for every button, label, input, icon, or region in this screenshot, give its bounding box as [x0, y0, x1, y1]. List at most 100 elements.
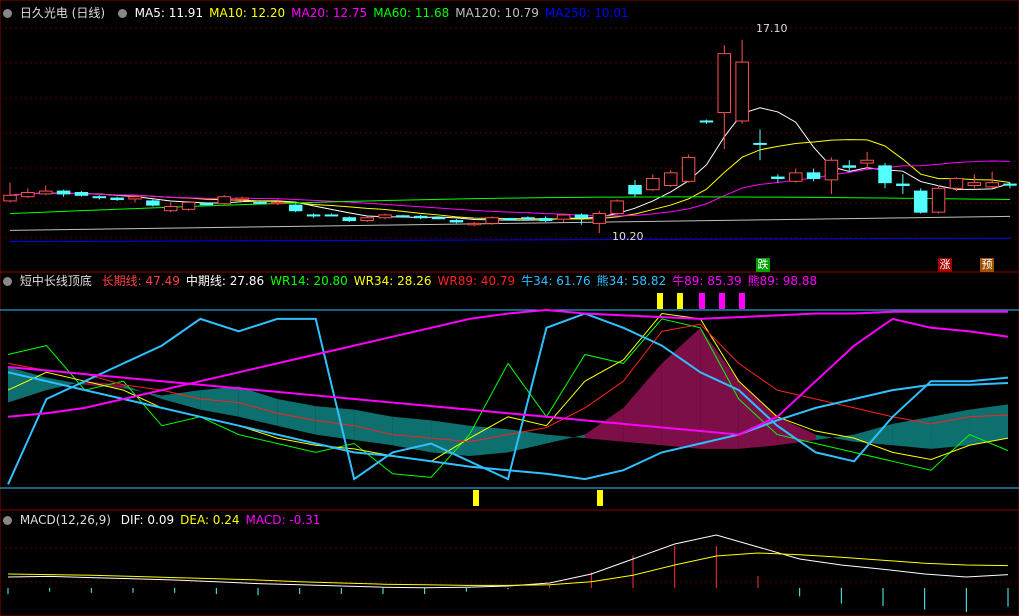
candle-body: [92, 196, 107, 199]
candle-body: [163, 206, 178, 212]
wr-fill-area: [584, 407, 624, 442]
signal-marker: [699, 293, 705, 309]
ma-line: [9, 139, 1011, 220]
ma-legend-item: MA5: 11.91: [134, 6, 204, 20]
candle-body: [592, 213, 607, 224]
candle-body: [806, 172, 821, 179]
wr-fill-area: [931, 409, 970, 449]
signal-badge: 跌: [756, 258, 770, 272]
high-price-label: 17.10: [756, 22, 788, 35]
ma-line: [9, 237, 1011, 243]
candle-body: [646, 177, 660, 191]
candle-body: [610, 200, 624, 215]
candle-body: [717, 53, 732, 114]
wr-fill-area: [892, 416, 932, 449]
signal-marker: [473, 490, 479, 506]
candle-body: [271, 201, 285, 205]
price-panel-frame: [0, 0, 1019, 273]
candle-body: [556, 214, 571, 220]
candle-body: [306, 214, 321, 217]
wr-fill-area: [508, 429, 547, 453]
wr-legend-item: 牛89: 85.39: [672, 274, 742, 288]
panel-menu-icon[interactable]: [3, 516, 12, 525]
candle-body: [449, 220, 464, 223]
ma-legend-item: MA250: 10.01: [544, 6, 629, 20]
wr-legend-item: WR89: 40.79: [437, 274, 516, 288]
wr-legend-item: 熊34: 58.82: [596, 274, 667, 288]
candle-body: [324, 214, 339, 217]
candle-body: [949, 177, 964, 189]
indicator-title: 短中长线顶底: [19, 274, 92, 288]
candle-body: [342, 217, 357, 222]
candle-body: [38, 190, 53, 195]
candle-body: [413, 215, 428, 219]
candle-body: [288, 204, 303, 212]
candle-body: [110, 197, 124, 201]
wr-fill-area: [777, 416, 816, 446]
candle-body: [56, 190, 71, 195]
candle-body: [467, 222, 482, 226]
candle-body: [824, 159, 839, 181]
wr-fill-area: [815, 434, 855, 442]
candle-body: [985, 182, 999, 188]
wr-fill-area: [623, 363, 662, 446]
wr-legend-item: 熊89: 98.88: [747, 274, 818, 288]
ma-legend-item: MA10: 12.20: [209, 6, 286, 20]
wr-legend-item: 中期线: 27.86: [185, 274, 265, 288]
macd-title: MACD(12,26,9): [19, 513, 111, 527]
signal-marker: [677, 293, 683, 309]
ma-legend-item: MA20: 12.75: [291, 6, 368, 20]
candle-body: [378, 214, 392, 219]
candle-body: [878, 165, 892, 184]
candle-body: [74, 192, 89, 196]
dea-line: [7, 552, 1009, 586]
candle-body: [681, 156, 696, 182]
macd-legend-item: DEA: 0.24: [180, 513, 240, 527]
candle-body: [538, 218, 553, 222]
wr-legend-item: 长期线: 47.49: [101, 274, 180, 288]
candle-body: [753, 142, 767, 145]
macd-panel-header: MACD(12,26,9) DIF: 0.09 DEA: 0.24 MACD: -0…: [0, 512, 332, 528]
signal-marker: [739, 293, 745, 309]
panel-menu-icon[interactable]: [3, 277, 12, 286]
candle-body: [913, 190, 928, 213]
wr-fill-area: [238, 386, 278, 426]
candle-body: [896, 183, 910, 186]
candle-body: [628, 184, 642, 195]
candle-body: [199, 203, 214, 206]
candle-body: [181, 201, 196, 210]
ma-legend-item: MA60: 11.68: [373, 6, 450, 20]
wr-fill-area: [8, 366, 47, 403]
candle-body: [396, 215, 410, 218]
price-panel-header: 日久光电 (日线) MA5: 11.91 MA10: 12.20 MA20: 12.…: [0, 5, 641, 21]
wr-fill-area: [431, 420, 470, 456]
candle-body: [1003, 183, 1017, 186]
candle-body: [217, 196, 232, 205]
wr-fill-area: [161, 390, 201, 410]
candle-body: [788, 172, 803, 182]
candle-body: [842, 165, 857, 168]
candle-body: [860, 159, 874, 164]
candle-body: [663, 172, 678, 186]
candle-body: [128, 196, 142, 200]
wr-panel-header: 短中长线顶底 长期线: 47.49 中期线: 27.86 WR14: 20.80 WR…: [0, 273, 829, 289]
ma-legend-item: MA120: 10.79: [455, 6, 539, 20]
candle-body: [574, 214, 589, 219]
wr-fill-area: [854, 423, 893, 446]
candle-body: [21, 192, 35, 198]
panel-menu-icon[interactable]: [3, 9, 12, 18]
signal-badge: 预: [980, 258, 994, 272]
candle-body: [360, 217, 374, 222]
indicator-menu-icon[interactable]: [117, 9, 127, 18]
candle-body: [771, 176, 785, 179]
candle-body: [3, 194, 17, 202]
wr-fill-area: [546, 434, 585, 444]
candle-body: [967, 182, 982, 186]
wr-legend-item: WR34: 28.26: [353, 274, 432, 288]
candle-body: [521, 217, 535, 220]
macd-legend-item: DIF: 0.09: [120, 513, 175, 527]
candle-body: [699, 120, 714, 123]
candle-body: [253, 201, 267, 204]
candle-body: [235, 197, 249, 201]
stock-title: 日久光电 (日线): [19, 6, 106, 20]
